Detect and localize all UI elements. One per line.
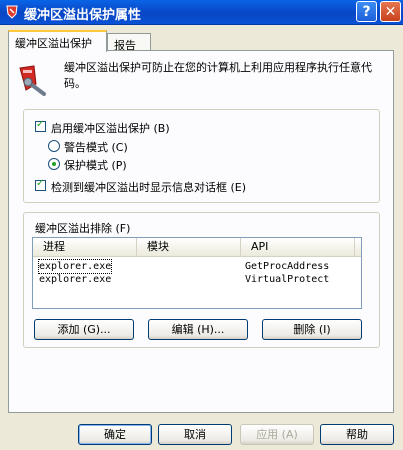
window-title: 缓冲区溢出保护属性	[24, 8, 142, 23]
tab-buffer-overflow-protection[interactable]: 缓冲区溢出保护	[8, 30, 107, 52]
list-item[interactable]: explorer.exe GetProcAddress	[33, 259, 361, 274]
edit-button[interactable]: 编辑 (H)...	[148, 319, 248, 340]
exclusions-group-label: 缓冲区溢出排除 (F)	[33, 220, 133, 236]
enable-protection-checkbox[interactable]	[35, 119, 46, 132]
properties-dialog: 缓冲区溢出保护属性 ? ✕ 缓冲区溢出保护 报告 缓冲区溢出保护可防止在您的计算…	[0, 0, 403, 450]
enable-protection-label[interactable]: 启用缓冲区溢出保护 (B)	[51, 120, 170, 136]
column-header-process[interactable]: 进程	[33, 238, 137, 256]
protect-mode-radio[interactable]	[48, 158, 60, 170]
apply-button[interactable]: 应用 (A)	[240, 424, 314, 445]
column-header-api[interactable]: API	[241, 238, 355, 256]
buffer-protection-icon	[19, 65, 46, 96]
exclusions-list[interactable]: 进程 模块 API explorer.exe GetProcAddress ex…	[32, 237, 362, 309]
delete-button[interactable]: 删除 (I)	[262, 319, 362, 340]
help-title-button[interactable]: ?	[356, 1, 377, 22]
show-dialog-checkbox[interactable]	[35, 178, 46, 191]
warn-mode-label[interactable]: 警告模式 (C)	[64, 139, 128, 155]
add-button[interactable]: 添加 (G)...	[34, 319, 134, 340]
warn-mode-radio[interactable]	[48, 140, 60, 152]
list-item[interactable]: explorer.exe VirtualProtect	[33, 273, 361, 286]
column-header-module[interactable]: 模块	[137, 238, 241, 256]
title-bar[interactable]: 缓冲区溢出保护属性 ? ✕	[0, 0, 403, 25]
process-cell: explorer.exe	[37, 259, 113, 274]
api-cell: GetProcAddress	[245, 261, 330, 272]
shield-app-icon	[6, 5, 18, 19]
description-text: 缓冲区溢出保护可防止在您的计算机上利用应用程序执行任意代码。	[64, 61, 372, 90]
protect-mode-label[interactable]: 保护模式 (P)	[64, 157, 127, 173]
api-cell: VirtualProtect	[245, 274, 330, 285]
show-dialog-label[interactable]: 检测到缓冲区溢出时显示信息对话框 (E)	[51, 179, 246, 195]
process-cell: explorer.exe	[39, 274, 112, 285]
close-button[interactable]: ✕	[380, 1, 401, 22]
list-header: 进程 模块 API	[33, 238, 361, 257]
tab-label: 缓冲区溢出保护	[15, 37, 92, 50]
ok-button[interactable]: 确定	[78, 424, 152, 445]
cancel-button[interactable]: 取消	[158, 424, 232, 445]
help-button[interactable]: 帮助	[320, 424, 394, 445]
